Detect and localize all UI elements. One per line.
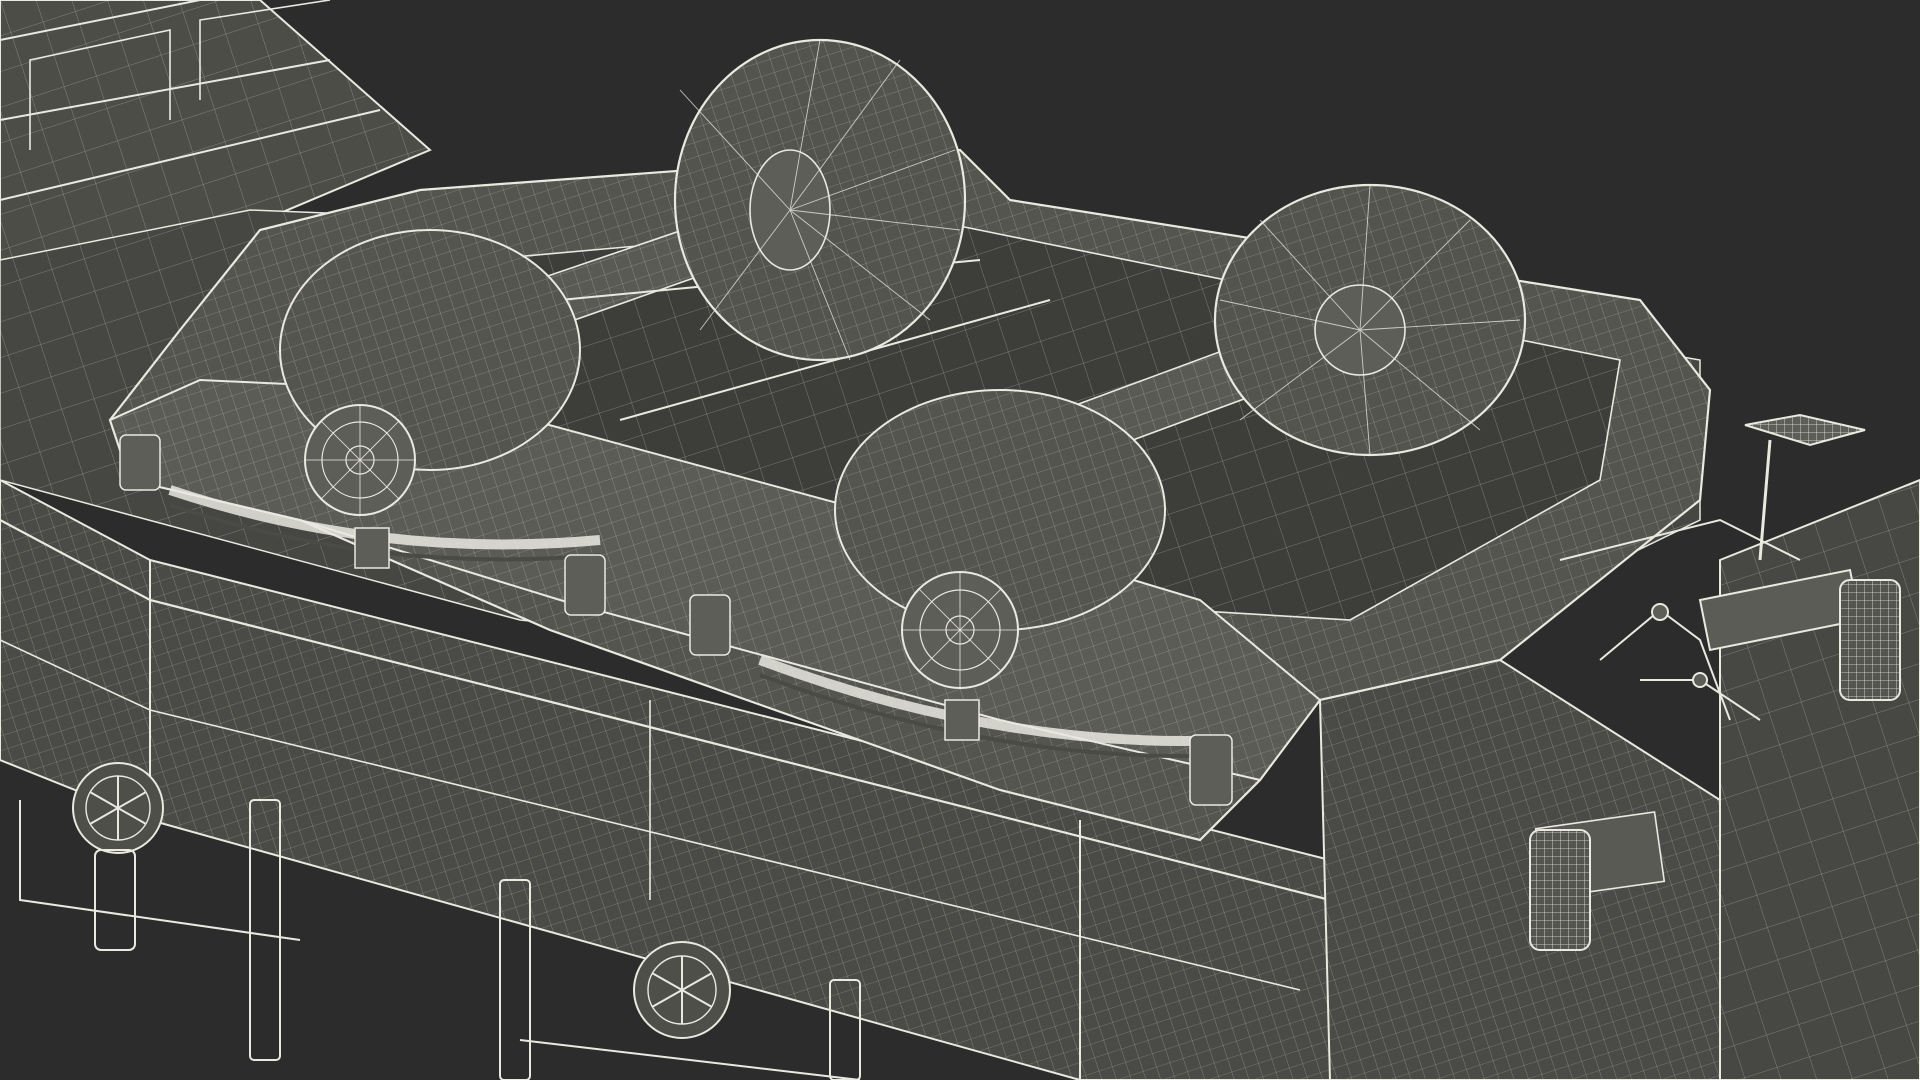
wireframe-railcar-render [0,0,1920,1080]
axle-bearing-right [901,571,1019,689]
viewport [0,0,1920,1080]
hand-brake-wheel-left [72,762,164,854]
axle-bearing-left [304,404,416,516]
hand-brake-wheel-center [633,941,731,1039]
